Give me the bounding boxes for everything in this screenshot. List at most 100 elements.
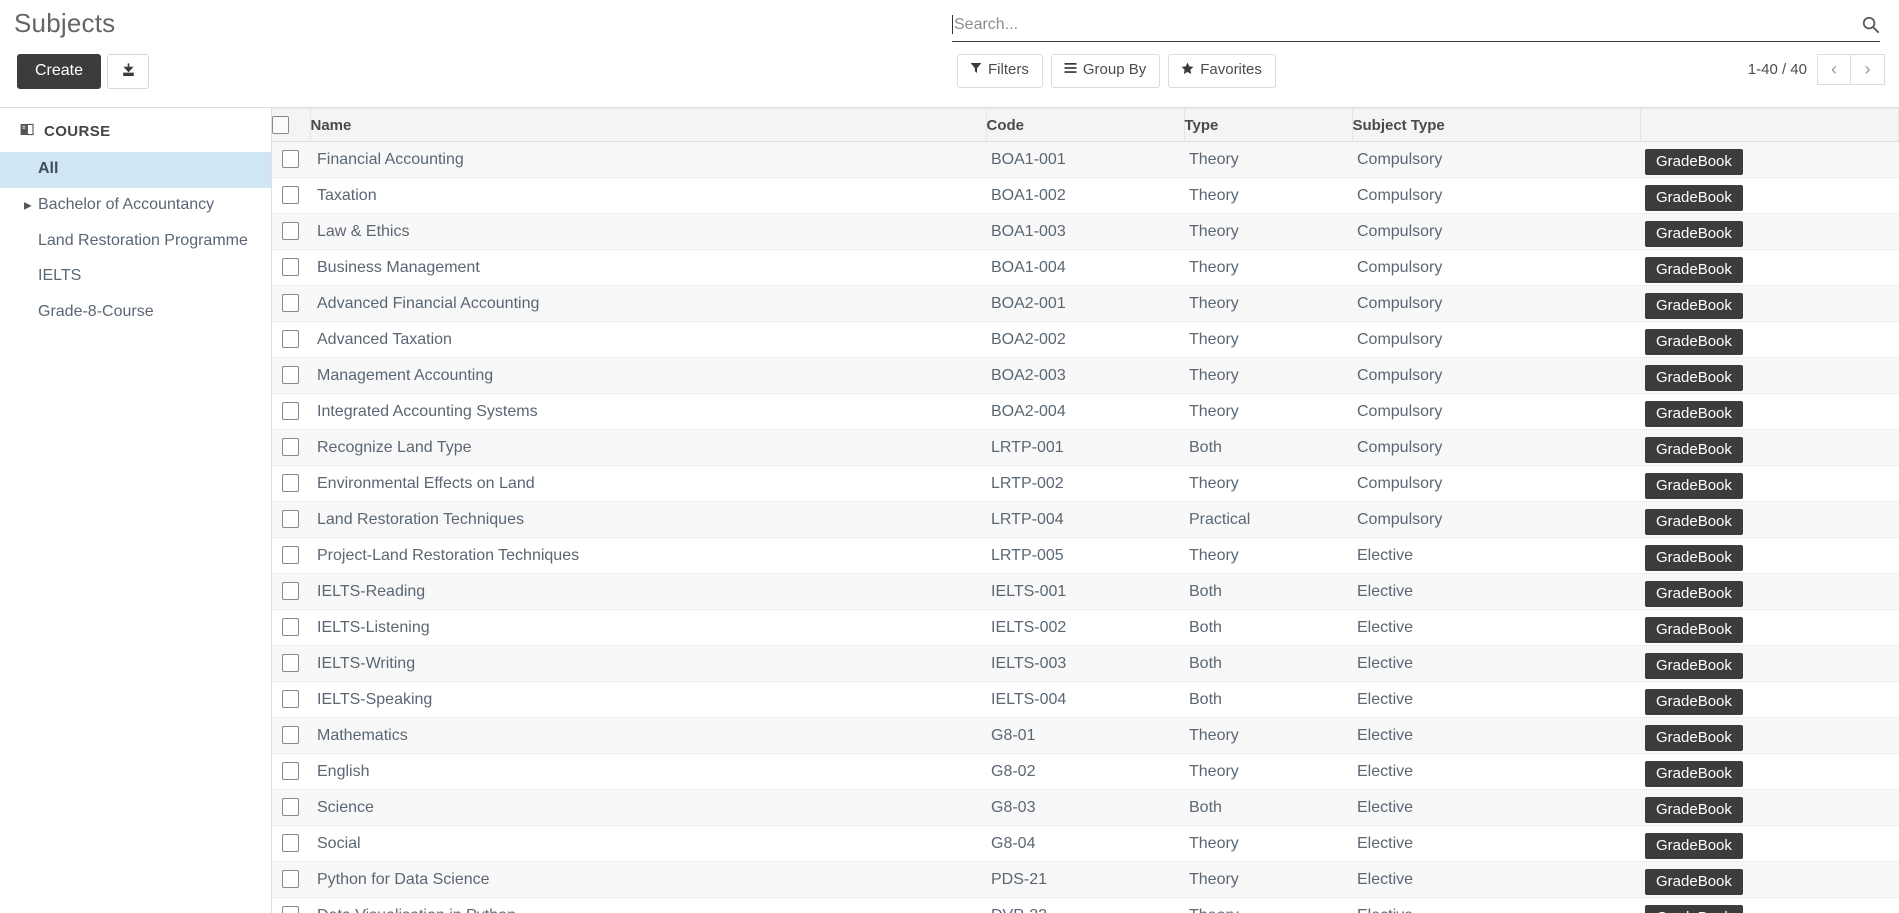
- previous-page-button[interactable]: ‹: [1817, 54, 1851, 85]
- sidebar-item-grade-8-course[interactable]: Grade-8-Course: [0, 295, 271, 331]
- gradebook-button[interactable]: GradeBook: [1645, 328, 1743, 355]
- gradebook-button[interactable]: GradeBook: [1645, 292, 1743, 319]
- search-icon[interactable]: [1853, 15, 1880, 34]
- gradebook-button[interactable]: GradeBook: [1645, 508, 1743, 535]
- next-page-button[interactable]: ›: [1851, 54, 1885, 85]
- gradebook-button[interactable]: GradeBook: [1645, 724, 1743, 751]
- cell-code: BOA1-002: [986, 177, 1184, 214]
- row-checkbox[interactable]: [282, 150, 299, 169]
- sidebar-item-ielts[interactable]: IELTS: [0, 259, 271, 295]
- filter-icon: [970, 62, 982, 78]
- table-row[interactable]: Taxation BOA1-002 Theory Compulsory GradeBoo…: [272, 177, 1899, 214]
- table-row[interactable]: Business Management BOA1-004 Theory Compuls…: [272, 249, 1899, 286]
- cell-name: IELTS-Reading: [310, 573, 986, 610]
- cell-subject-type: Compulsory: [1352, 501, 1640, 538]
- column-header-subject-type[interactable]: Subject Type: [1352, 108, 1641, 142]
- row-checkbox[interactable]: [282, 870, 299, 889]
- row-checkbox[interactable]: [282, 618, 299, 637]
- gradebook-button[interactable]: GradeBook: [1645, 184, 1743, 211]
- gradebook-button[interactable]: GradeBook: [1645, 580, 1743, 607]
- row-checkbox[interactable]: [282, 798, 299, 817]
- column-header-code[interactable]: Code: [986, 108, 1185, 142]
- column-header-name[interactable]: Name: [310, 108, 987, 142]
- row-checkbox[interactable]: [282, 402, 299, 421]
- row-checkbox[interactable]: [282, 690, 299, 709]
- pagination-range: 1-40 / 40: [1747, 61, 1807, 78]
- gradebook-button[interactable]: GradeBook: [1645, 256, 1743, 283]
- gradebook-button[interactable]: GradeBook: [1645, 220, 1743, 247]
- chevron-right-icon[interactable]: ▶: [24, 199, 32, 212]
- row-checkbox[interactable]: [282, 726, 299, 745]
- table-row[interactable]: Management Accounting BOA2-003 Theory Compu…: [272, 357, 1899, 394]
- row-checkbox[interactable]: [282, 582, 299, 601]
- gradebook-button[interactable]: GradeBook: [1645, 832, 1743, 859]
- cell-subject-type: Compulsory: [1352, 213, 1640, 250]
- sidebar-section-title: COURSE: [44, 123, 111, 140]
- row-checkbox[interactable]: [282, 438, 299, 457]
- cell-subject-type: Elective: [1352, 789, 1640, 826]
- row-checkbox[interactable]: [282, 762, 299, 781]
- sidebar-item-bachelor-of-accountancy[interactable]: ▶ Bachelor of Accountancy: [0, 188, 271, 224]
- table-row[interactable]: Project-Land Restoration Techniques LRTP-…: [272, 537, 1899, 574]
- gradebook-button[interactable]: GradeBook: [1645, 472, 1743, 499]
- row-checkbox[interactable]: [282, 366, 299, 385]
- gradebook-button[interactable]: GradeBook: [1645, 436, 1743, 463]
- row-checkbox[interactable]: [282, 654, 299, 673]
- row-checkbox[interactable]: [282, 186, 299, 205]
- table-row[interactable]: IELTS-Speaking IELTS-004 Both Elective Grade…: [272, 681, 1899, 718]
- gradebook-button[interactable]: GradeBook: [1645, 148, 1743, 175]
- select-all-checkbox[interactable]: [272, 116, 289, 135]
- row-checkbox[interactable]: [282, 906, 299, 913]
- row-checkbox[interactable]: [282, 474, 299, 493]
- table-row[interactable]: Environmental Effects on Land LRTP-002 The…: [272, 465, 1899, 502]
- gradebook-button[interactable]: GradeBook: [1645, 868, 1743, 895]
- table-row[interactable]: IELTS-Listening IELTS-002 Both Elective Grad…: [272, 609, 1899, 646]
- filters-label: Filters: [988, 61, 1029, 78]
- create-button[interactable]: Create: [17, 54, 102, 89]
- row-checkbox[interactable]: [282, 546, 299, 565]
- table-row[interactable]: Advanced Taxation BOA2-002 Theory Compulsor…: [272, 321, 1899, 358]
- table-row[interactable]: Integrated Accounting Systems BOA2-004 The…: [272, 393, 1899, 430]
- import-button[interactable]: [107, 54, 150, 89]
- search-bar[interactable]: [952, 8, 1880, 42]
- table-row[interactable]: Financial Accounting BOA1-001 Theory Compul…: [272, 141, 1899, 178]
- table-row[interactable]: IELTS-Reading IELTS-001 Both Elective GradeB…: [272, 573, 1899, 610]
- table-row[interactable]: Law & Ethics BOA1-003 Theory Compulsory Grad…: [272, 213, 1899, 250]
- gradebook-button[interactable]: GradeBook: [1645, 688, 1743, 715]
- gradebook-button[interactable]: GradeBook: [1645, 544, 1743, 571]
- table-row[interactable]: English G8-02 Theory Elective GradeBook: [272, 753, 1899, 790]
- column-header-type[interactable]: Type: [1184, 108, 1353, 142]
- gradebook-button[interactable]: GradeBook: [1645, 796, 1743, 823]
- filters-button[interactable]: Filters: [957, 54, 1043, 88]
- table-row[interactable]: Social G8-04 Theory Elective GradeBook: [272, 825, 1899, 862]
- row-checkbox[interactable]: [282, 222, 299, 241]
- table-row[interactable]: Python for Data Science PDS-21 Theory Elect…: [272, 861, 1899, 898]
- sidebar-item-land-restoration-programme[interactable]: Land Restoration Programme: [0, 224, 271, 260]
- row-checkbox[interactable]: [282, 258, 299, 277]
- row-checkbox[interactable]: [282, 834, 299, 853]
- gradebook-button[interactable]: GradeBook: [1645, 904, 1743, 913]
- table-row[interactable]: Mathematics G8-01 Theory Elective GradeBook: [272, 717, 1899, 754]
- cell-actions: GradeBook: [1640, 357, 1899, 394]
- row-checkbox[interactable]: [282, 330, 299, 349]
- gradebook-button[interactable]: GradeBook: [1645, 616, 1743, 643]
- table-row[interactable]: Science G8-03 Both Elective GradeBook: [272, 789, 1899, 826]
- gradebook-button[interactable]: GradeBook: [1645, 652, 1743, 679]
- sidebar-item-all[interactable]: All: [0, 152, 271, 188]
- row-checkbox[interactable]: [282, 294, 299, 313]
- table-row[interactable]: Data Visualisation in PythonDVP-22Theory…: [272, 897, 1899, 913]
- search-input[interactable]: [954, 15, 1853, 34]
- group-by-button[interactable]: Group By: [1050, 54, 1161, 88]
- gradebook-button[interactable]: GradeBook: [1645, 760, 1743, 787]
- cell-subject-type: Compulsory: [1352, 285, 1640, 322]
- cell-actions: GradeBook: [1640, 249, 1899, 286]
- favorites-button[interactable]: Favorites: [1168, 54, 1276, 88]
- table-row[interactable]: Land Restoration Techniques LRTP-004 Pract…: [272, 501, 1899, 538]
- table-row[interactable]: Advanced Financial Accounting BOA2-001 The…: [272, 285, 1899, 322]
- table-header: Name Code Type Subject Type: [272, 108, 1899, 142]
- gradebook-button[interactable]: GradeBook: [1645, 400, 1743, 427]
- gradebook-button[interactable]: GradeBook: [1645, 364, 1743, 391]
- table-row[interactable]: Recognize Land Type LRTP-001 Both Compulsor…: [272, 429, 1899, 466]
- table-row[interactable]: IELTS-Writing IELTS-003 Both Elective GradeB…: [272, 645, 1899, 682]
- row-checkbox[interactable]: [282, 510, 299, 529]
